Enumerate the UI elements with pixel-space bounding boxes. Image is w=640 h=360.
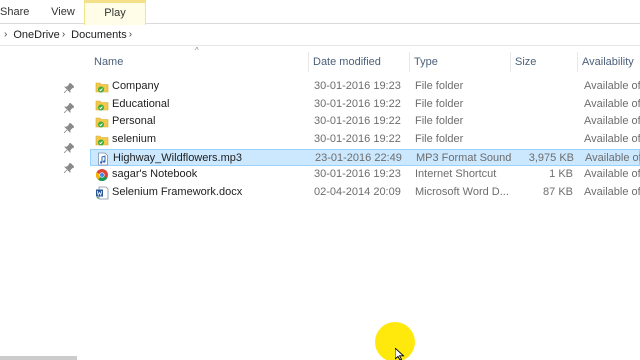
tab-play[interactable]: Play [84,0,146,25]
column-header-type[interactable]: Type [410,52,511,72]
file-name: selenium [112,133,157,146]
navigation-pane [0,47,77,360]
file-row-company[interactable]: Company 30-01-2016 19:23 File folder Ava… [90,78,640,96]
file-date: 30-01-2016 19:23 [314,168,401,181]
file-date: 30-01-2016 19:22 [314,115,401,128]
file-availability: Available offline [585,151,640,164]
breadcrumb-chevron-icon[interactable]: › [4,29,7,40]
file-row-personal[interactable]: Personal 30-01-2016 19:22 File folder Av… [90,113,640,131]
file-availability: Available offline [584,115,640,128]
mouse-pointer-icon [394,346,405,360]
file-type: MP3 Format Sound [416,151,512,164]
file-availability: Available offline [584,186,640,199]
file-row-sagars-notebook[interactable]: sagar's Notebook 30-01-2016 19:23 Intern… [90,166,640,184]
file-date: 30-01-2016 19:23 [314,80,401,92]
file-type: Microsoft Word D... [415,186,509,199]
file-name: Educational [112,97,170,110]
breadcrumb-chevron-icon[interactable]: › [62,29,65,40]
pin-icon[interactable] [63,162,76,175]
folder-synced-icon [95,115,109,129]
file-size: 3,975 KB [528,151,574,164]
folder-synced-icon [95,98,109,112]
file-name: Highway_Wildflowers.mp3 [113,151,242,164]
chrome-shortcut-icon [95,168,109,182]
file-availability: Available offline [584,133,640,146]
file-date: 30-01-2016 19:22 [314,97,401,110]
file-type: File folder [415,133,464,146]
breadcrumb-documents[interactable]: Documents [71,29,127,41]
file-list: Company 30-01-2016 19:23 File folder Ava… [90,78,640,202]
file-name: Personal [112,115,156,128]
pin-icon[interactable] [63,122,76,135]
file-availability: Available offline [584,80,640,92]
file-row-highway-wildflowers[interactable]: Highway_Wildflowers.mp3 23-01-2016 22:49… [90,148,640,167]
pin-icon[interactable] [63,142,76,155]
file-date: 02-04-2014 20:09 [314,186,401,199]
column-header-name[interactable]: Name [90,52,309,72]
pin-icon[interactable] [63,102,76,115]
file-name: Selenium Framework.docx [112,186,243,199]
file-availability: Available offline [584,97,640,110]
column-header-row: Name Date modified Type Size Availabilit… [90,52,640,72]
file-date: 23-01-2016 22:49 [315,151,402,164]
pin-icon[interactable] [63,82,76,95]
column-header-date-modified[interactable]: Date modified [309,52,410,72]
breadcrumb-onedrive[interactable]: OneDrive [13,29,59,41]
folder-synced-icon [95,133,109,147]
tab-share[interactable]: Share [0,0,29,24]
breadcrumb-chevron-icon[interactable]: › [129,29,132,40]
column-header-size[interactable]: Size [511,52,578,72]
file-date: 30-01-2016 19:22 [314,133,401,146]
file-type: File folder [415,97,464,110]
music-tools-contextual-strip [84,0,146,3]
file-size: 1 KB [549,168,573,181]
file-row-educational[interactable]: Educational 30-01-2016 19:22 File folder… [90,96,640,114]
file-row-selenium[interactable]: selenium 30-01-2016 19:22 File folder Av… [90,131,640,149]
ribbon-tabs: Share View Play [0,0,640,25]
tab-view[interactable]: View [48,0,78,24]
file-name: Company [112,80,160,92]
file-row-selenium-framework[interactable]: Selenium Framework.docx 02-04-2014 20:09… [90,184,640,202]
file-availability: Available offline [584,168,640,181]
file-size: 87 KB [543,186,573,199]
folder-synced-icon [95,80,109,94]
address-bar[interactable]: › OneDrive › Documents › [0,24,640,46]
column-header-availability[interactable]: Availability [578,52,640,72]
audio-file-icon [96,152,110,166]
nav-selected-item[interactable] [0,356,77,360]
file-name: sagar's Notebook [112,168,198,181]
word-document-icon [95,186,109,200]
file-type: Internet Shortcut [415,168,497,181]
file-type: File folder [415,80,464,92]
file-type: File folder [415,115,464,128]
